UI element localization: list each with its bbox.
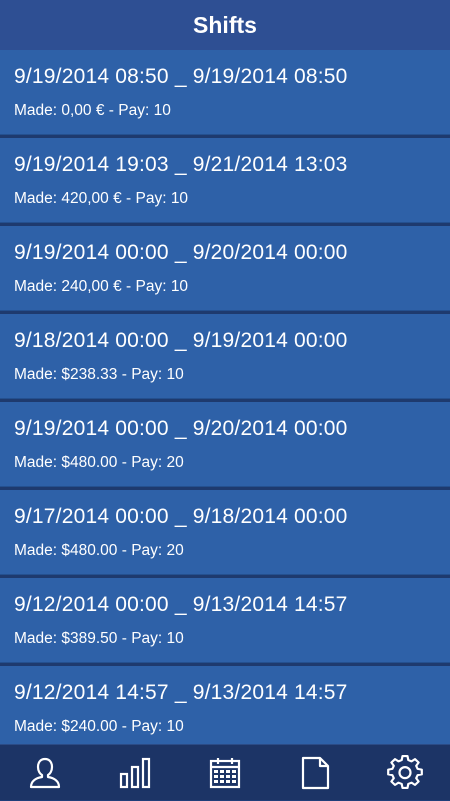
calendar-icon [209, 757, 241, 788]
shift-date-range: 9/19/2014 00:00 _ 9/20/2014 00:00 [14, 241, 348, 264]
shift-date-range: 9/12/2014 00:00 _ 9/13/2014 14:57 [14, 593, 348, 616]
shift-date-range: 9/18/2014 00:00 _ 9/19/2014 00:00 [14, 329, 348, 352]
page-title: Shifts [193, 11, 257, 38]
document-icon [301, 756, 330, 789]
tab-calendar[interactable] [180, 745, 270, 801]
shift-date-range: 9/17/2014 00:00 _ 9/18/2014 00:00 [14, 505, 348, 528]
app-header: Shifts [0, 0, 450, 50]
shift-list-item[interactable]: 9/12/2014 14:57 _ 9/13/2014 14:57 Made: … [0, 666, 450, 744]
shift-earnings: Made: $480.00 - Pay: 20 [14, 454, 184, 471]
shift-date-range: 9/19/2014 00:00 _ 9/20/2014 00:00 [14, 417, 348, 440]
shift-list-item[interactable]: 9/12/2014 00:00 _ 9/13/2014 14:57 Made: … [0, 578, 450, 663]
shift-list-item[interactable]: 9/19/2014 08:50 _ 9/19/2014 08:50 Made: … [0, 50, 450, 135]
shift-list-item[interactable]: 9/19/2014 00:00 _ 9/20/2014 00:00 Made: … [0, 226, 450, 311]
gear-icon [387, 754, 423, 789]
shift-date-range: 9/12/2014 14:57 _ 9/13/2014 14:57 [14, 681, 348, 704]
shift-earnings: Made: 240,00 € - Pay: 10 [14, 278, 189, 295]
shift-list-item[interactable]: 9/18/2014 00:00 _ 9/19/2014 00:00 Made: … [0, 314, 450, 399]
shift-date-range: 9/19/2014 19:03 _ 9/21/2014 13:03 [14, 153, 348, 176]
shift-date-range: 9/19/2014 08:50 _ 9/19/2014 08:50 [14, 65, 348, 88]
shift-earnings: Made: $238.33 - Pay: 10 [14, 366, 184, 383]
shift-earnings: Made: $389.50 - Pay: 10 [14, 630, 184, 647]
shift-earnings: Made: $240.00 - Pay: 10 [14, 718, 184, 735]
tab-settings[interactable] [360, 745, 450, 801]
shift-list-item[interactable]: 9/17/2014 00:00 _ 9/18/2014 00:00 Made: … [0, 490, 450, 575]
bottom-tab-bar [0, 744, 450, 800]
tab-profile[interactable] [0, 745, 90, 801]
shift-list-item[interactable]: 9/19/2014 19:03 _ 9/21/2014 13:03 Made: … [0, 138, 450, 223]
tab-statistics[interactable] [90, 745, 180, 801]
bar-chart-icon [119, 757, 151, 788]
shift-list[interactable]: 9/19/2014 08:50 _ 9/19/2014 08:50 Made: … [0, 50, 450, 744]
shift-earnings: Made: 0,00 € - Pay: 10 [14, 102, 171, 119]
shift-earnings: Made: 420,00 € - Pay: 10 [14, 190, 189, 207]
shift-list-item[interactable]: 9/19/2014 00:00 _ 9/20/2014 00:00 Made: … [0, 402, 450, 487]
profile-icon [29, 757, 61, 788]
tab-reports[interactable] [270, 745, 360, 801]
shift-earnings: Made: $480.00 - Pay: 20 [14, 542, 184, 559]
